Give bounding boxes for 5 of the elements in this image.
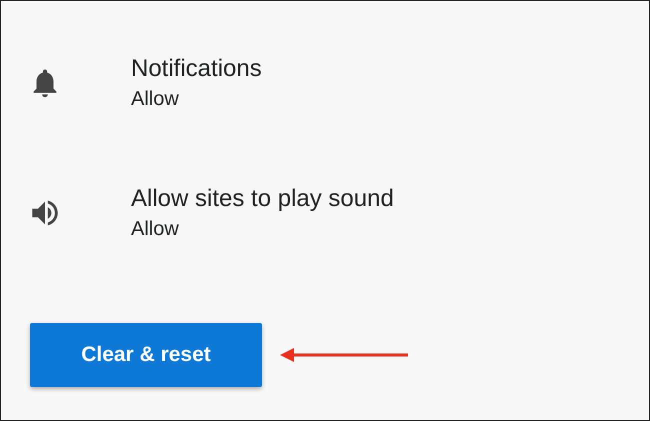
setting-value: Allow <box>131 217 179 242</box>
setting-title: Allow sites to play sound <box>131 184 394 214</box>
setting-title: Notifications <box>131 54 262 84</box>
clear-reset-button[interactable]: Clear & reset <box>30 323 262 387</box>
setting-value: Allow <box>131 87 179 112</box>
